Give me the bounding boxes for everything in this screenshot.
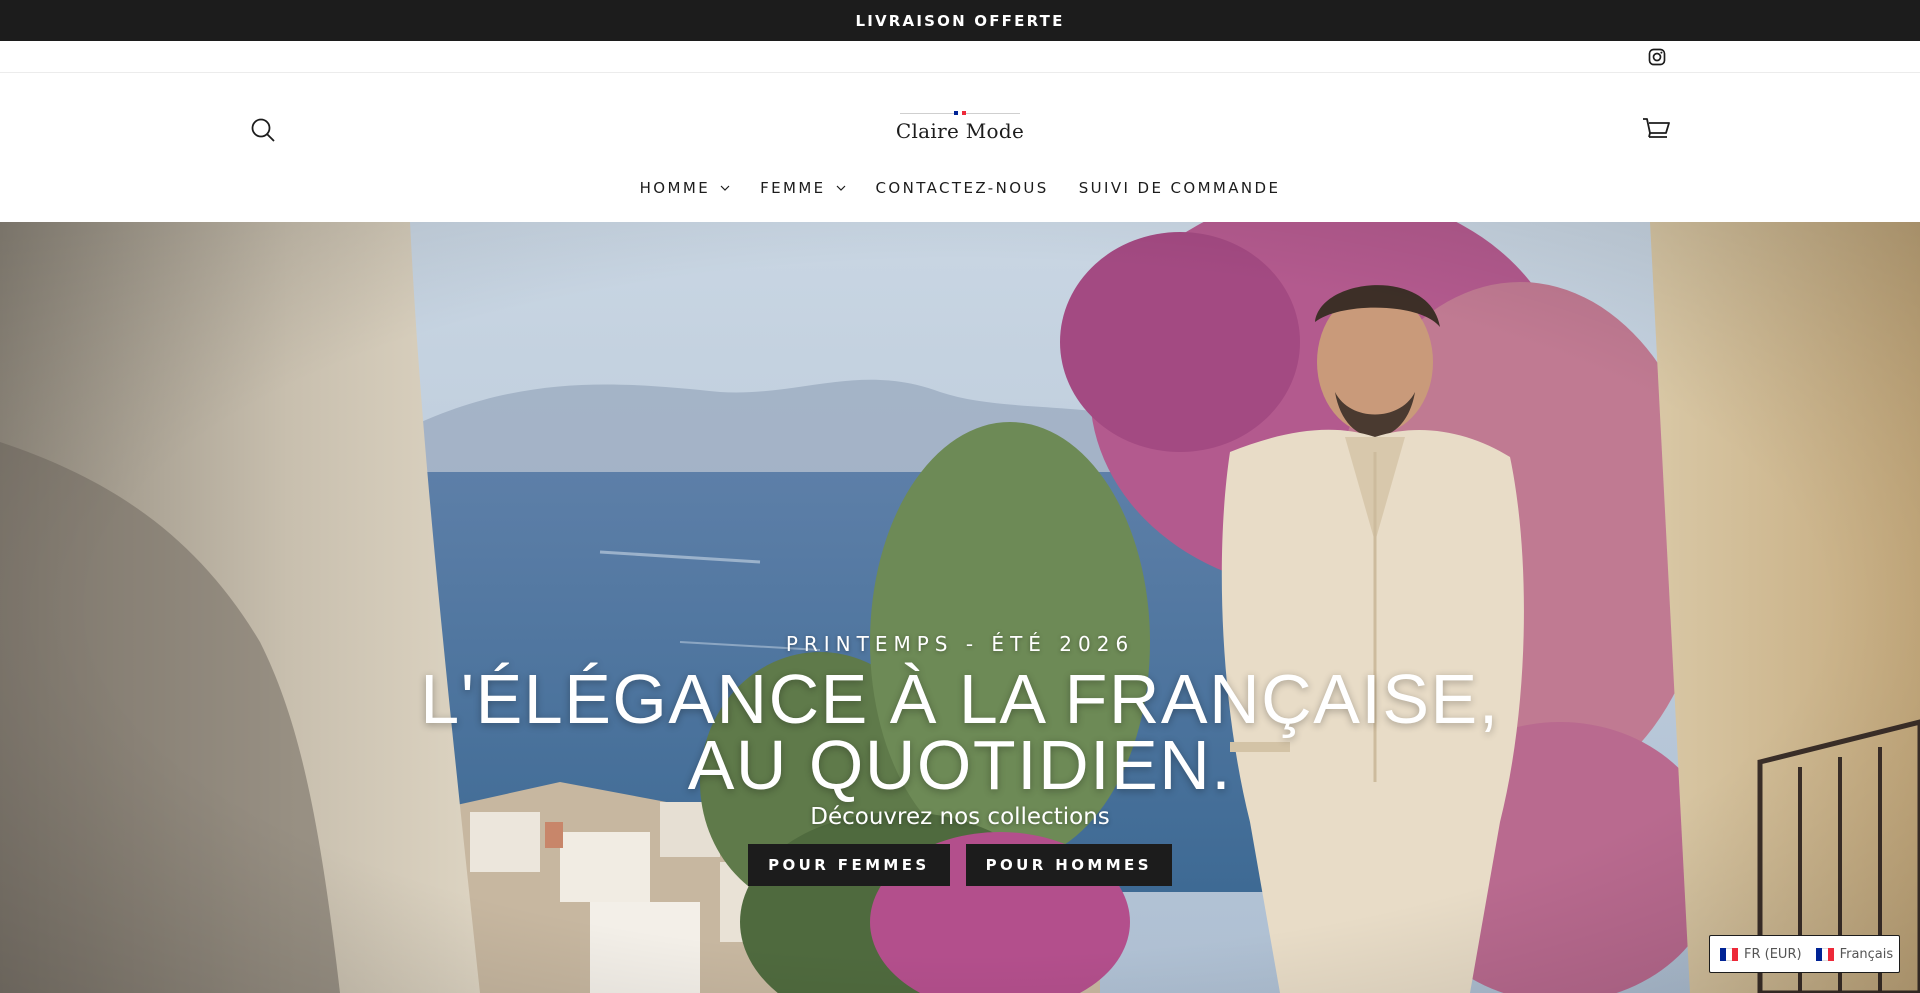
main-nav: HOMME FEMME CONTACTEZ-NOUS SUIVI DE COMM…: [0, 173, 1920, 203]
announcement-bar: LIVRAISON OFFERTE: [0, 0, 1920, 41]
currency-selector[interactable]: FR (EUR): [1720, 947, 1802, 962]
france-flag-icon: [1815, 947, 1834, 961]
shop-women-button[interactable]: POUR FEMMES: [748, 844, 950, 886]
nav-item-femme[interactable]: FEMME: [760, 179, 845, 197]
site-logo[interactable]: Claire Mode: [860, 109, 1060, 153]
shop-men-button[interactable]: POUR HOMMES: [965, 844, 1172, 886]
site-header: Claire Mode HOMME FEMME CONTACTEZ-NOUS S…: [0, 73, 1920, 222]
language-label: Français: [1839, 946, 1894, 962]
hero-headline-line-2: AU QUOTIDIEN.: [687, 726, 1233, 804]
logo-flag-icon: [954, 111, 966, 115]
cart-icon[interactable]: [1641, 115, 1671, 143]
nav-item-contact[interactable]: CONTACTEZ-NOUS: [876, 179, 1049, 197]
chevron-down-icon: [836, 185, 845, 191]
hero-cta-group: POUR FEMMES POUR HOMMES: [0, 844, 1920, 886]
hero-banner: PRINTEMPS - ÉTÉ 2026 L'ÉLÉGANCE À LA FRA…: [0, 222, 1920, 993]
nav-item-homme[interactable]: HOMME: [640, 179, 730, 197]
hero-content: PRINTEMPS - ÉTÉ 2026 L'ÉLÉGANCE À LA FRA…: [0, 632, 1920, 886]
hero-headline: L'ÉLÉGANCE À LA FRANÇAISE, AU QUOTIDIEN.: [0, 660, 1920, 804]
hero-eyebrow: PRINTEMPS - ÉTÉ 2026: [785, 632, 1135, 656]
language-selector[interactable]: Français: [1815, 946, 1894, 962]
logo-text: Claire Mode: [895, 119, 1025, 143]
nav-item-order-tracking[interactable]: SUIVI DE COMMANDE: [1079, 179, 1281, 197]
social-bar: [0, 41, 1920, 73]
nav-label: CONTACTEZ-NOUS: [875, 179, 1049, 197]
instagram-icon[interactable]: [1647, 47, 1667, 67]
hero-subline: Découvrez nos collections: [810, 804, 1110, 830]
search-icon[interactable]: [249, 116, 277, 144]
locale-selector: FR (EUR) Français: [1709, 935, 1900, 973]
nav-label: FEMME: [760, 179, 826, 197]
france-flag-icon: [1720, 947, 1738, 961]
announcement-text: LIVRAISON OFFERTE: [855, 11, 1065, 30]
currency-label: FR (EUR): [1744, 946, 1802, 962]
nav-label: SUIVI DE COMMANDE: [1078, 179, 1281, 197]
hero-headline-line-1: L'ÉLÉGANCE À LA FRANÇAISE,: [420, 660, 1500, 738]
nav-label: HOMME: [639, 179, 711, 197]
chevron-down-icon: [720, 185, 730, 191]
